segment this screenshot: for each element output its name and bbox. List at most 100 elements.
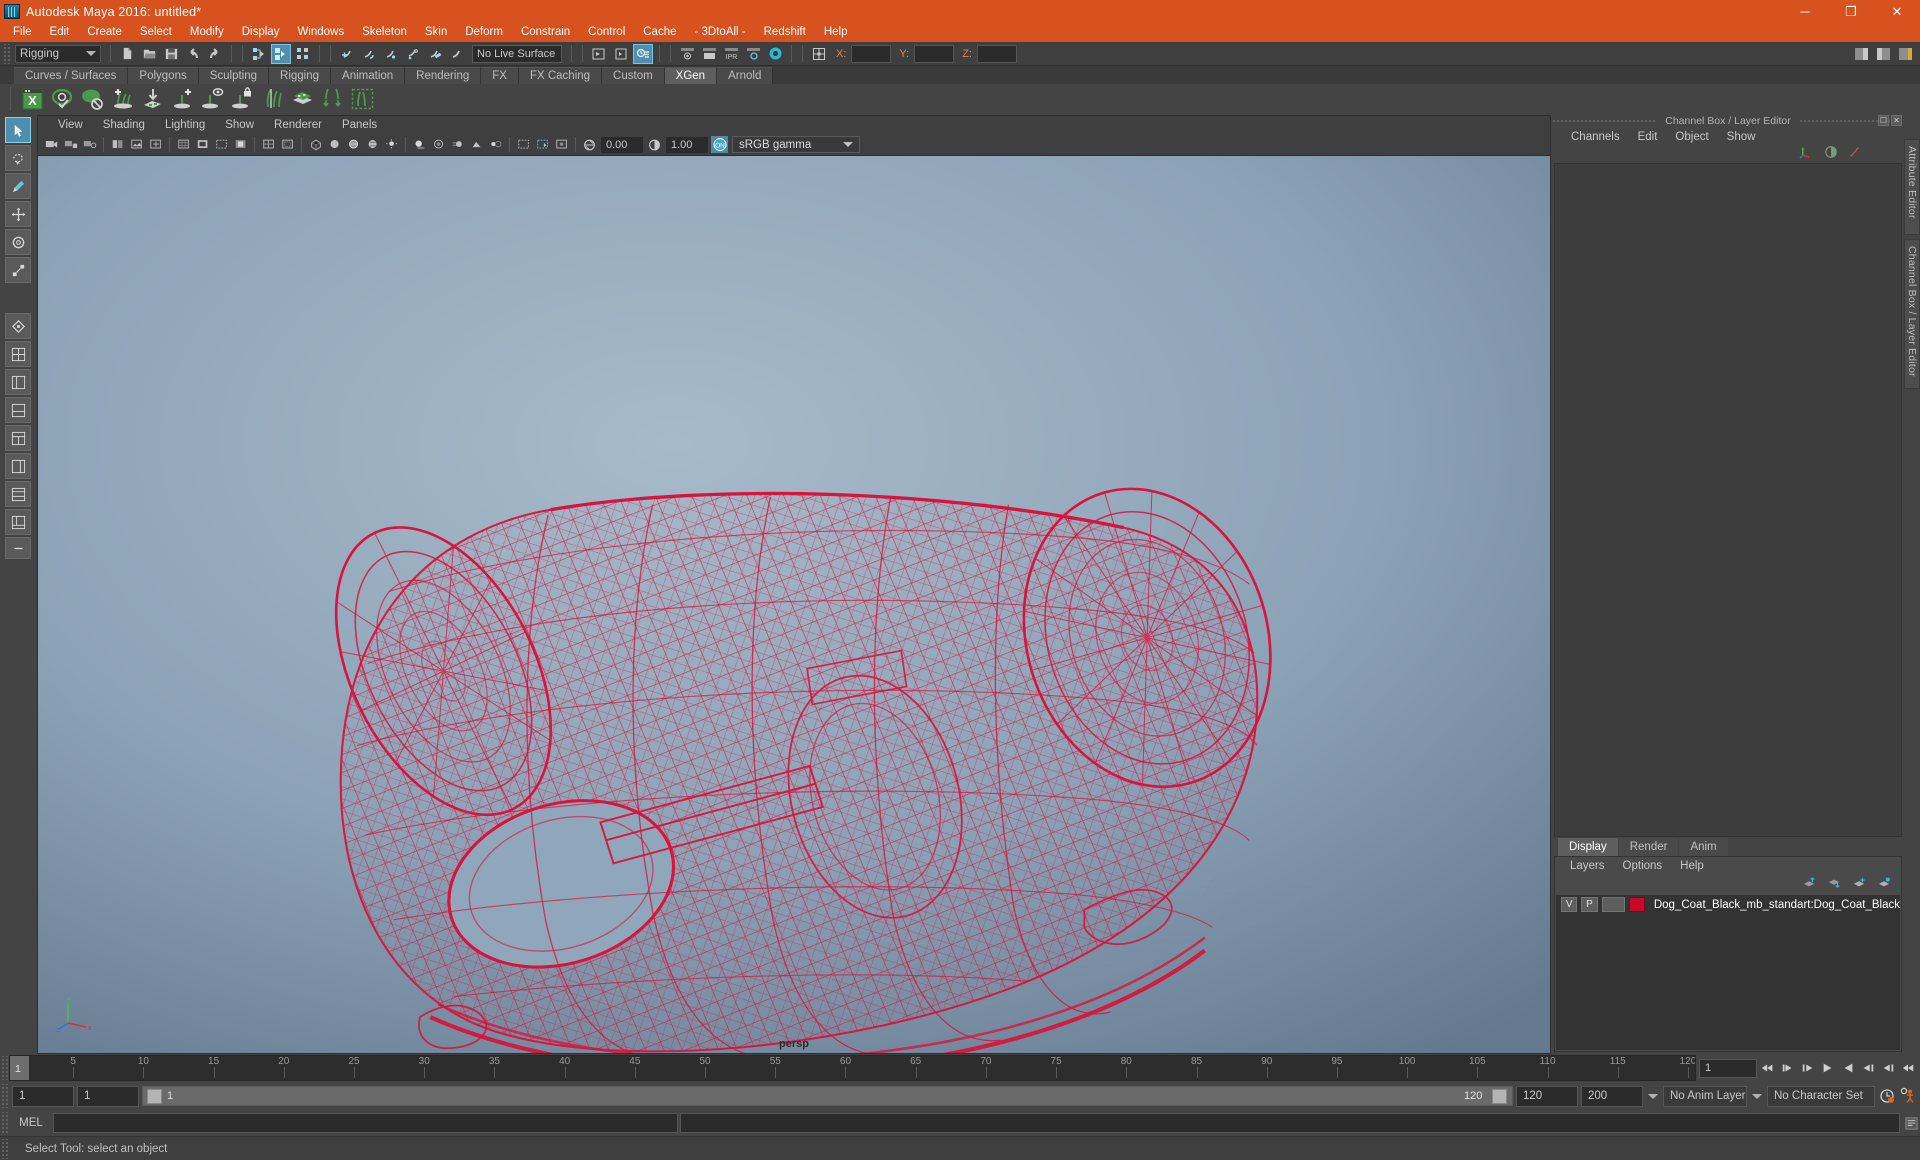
layer-type-toggle[interactable] xyxy=(1601,897,1625,912)
menu-display[interactable]: Display xyxy=(233,23,289,42)
layer-name[interactable]: Dog_Coat_Black_mb_standart:Dog_Coat_Blac… xyxy=(1654,899,1900,911)
shelf-tab-polygons[interactable]: Polygons xyxy=(128,67,199,84)
xgen-window-icon[interactable]: X xyxy=(18,86,46,112)
drag-dots[interactable] xyxy=(1552,118,1658,123)
layer-visibility-toggle[interactable]: V xyxy=(1561,897,1578,912)
snap-projected-icon[interactable] xyxy=(447,44,467,64)
y-coord-field[interactable] xyxy=(914,44,955,63)
undock-button[interactable]: ☐ xyxy=(1878,115,1889,126)
layout-four-view-icon[interactable] xyxy=(5,341,31,367)
motion-blur-icon[interactable] xyxy=(449,136,466,153)
xgen-preview-icon[interactable] xyxy=(48,86,76,112)
close-button[interactable]: ✕ xyxy=(1874,0,1920,23)
layout-single-icon[interactable] xyxy=(5,509,31,535)
layer-color-swatch[interactable] xyxy=(1628,897,1645,912)
undo-icon[interactable] xyxy=(183,44,203,64)
shelf-tab-rendering[interactable]: Rendering xyxy=(405,67,482,84)
current-time-indicator[interactable]: 1 xyxy=(10,1056,29,1080)
open-render-view-icon[interactable] xyxy=(589,44,609,64)
xray-joints-icon[interactable] xyxy=(553,136,570,153)
script-editor-icon[interactable] xyxy=(1902,1114,1920,1133)
select-camera-icon[interactable] xyxy=(43,136,60,153)
exposure-icon[interactable] xyxy=(581,136,598,153)
menu-modify[interactable]: Modify xyxy=(181,23,233,42)
shelf-tab-rigging[interactable]: Rigging xyxy=(269,67,332,84)
panel-menu-panels[interactable]: Panels xyxy=(332,119,387,131)
layout-two-pane-icon[interactable] xyxy=(5,481,31,507)
time-slider[interactable]: 1 5 10 15 20 25 30 35 40 45 50 55 60 65 70 75 80 85 90 95 1… xyxy=(9,1055,1696,1081)
render-current-frame-icon[interactable] xyxy=(611,44,631,64)
xgen-add-guides-icon[interactable] xyxy=(108,86,136,112)
panel-menu-lighting[interactable]: Lighting xyxy=(155,119,215,131)
shadows-icon[interactable] xyxy=(411,136,428,153)
grid-toggle-icon[interactable] xyxy=(175,136,192,153)
use-lights-icon[interactable] xyxy=(383,136,400,153)
range-slider-track[interactable]: 1 120 xyxy=(142,1086,1513,1106)
minimize-button[interactable]: ─ xyxy=(1782,0,1828,23)
lasso-select-tool[interactable] xyxy=(5,145,31,171)
new-scene-icon[interactable] xyxy=(117,44,137,64)
cb-menu-edit[interactable]: Edit xyxy=(1629,131,1667,143)
menu-file[interactable]: File xyxy=(4,23,41,42)
select-object-icon[interactable] xyxy=(271,43,291,64)
menu-deform[interactable]: Deform xyxy=(456,23,512,42)
menu-redshift[interactable]: Redshift xyxy=(755,23,815,42)
depth-of-field-icon[interactable] xyxy=(487,136,504,153)
character-set-selector[interactable]: No Character Set xyxy=(1767,1085,1875,1107)
menu-edit[interactable]: Edit xyxy=(41,23,79,42)
command-line-grip[interactable] xyxy=(0,1112,9,1134)
xgen-import-collection-icon[interactable] xyxy=(138,86,166,112)
channel-box-content[interactable] xyxy=(1554,163,1902,837)
layer-tab-display[interactable]: Display xyxy=(1558,838,1618,856)
isolate-select-icon[interactable] xyxy=(515,136,532,153)
ipr-render-icon[interactable]: IPR xyxy=(721,44,741,64)
show-attribute-editor-icon[interactable] xyxy=(1851,44,1871,64)
animation-end-field[interactable]: 200 xyxy=(1581,1085,1643,1107)
vtab-channel-box-layer-editor[interactable]: Channel Box / Layer Editor xyxy=(1904,239,1920,389)
play-backwards-icon[interactable] xyxy=(1819,1059,1837,1078)
make-live-icon[interactable] xyxy=(425,44,445,64)
show-tool-settings-icon[interactable] xyxy=(1873,44,1893,64)
animation-preferences-icon[interactable] xyxy=(1899,1087,1917,1106)
cb-menu-channels[interactable]: Channels xyxy=(1562,131,1629,143)
rotate-tool[interactable] xyxy=(5,229,31,255)
shelf-tab-curves-surfaces[interactable]: Curves / Surfaces xyxy=(14,67,129,84)
layout-outliner-persp-icon[interactable] xyxy=(5,369,31,395)
layer-row[interactable]: V P Dog_Coat_Black_mb_standart:Dog_Coat_… xyxy=(1556,895,1900,914)
screen-space-ao-icon[interactable] xyxy=(430,136,447,153)
channel-box-icon[interactable] xyxy=(1799,145,1814,164)
shelf-tab-fx-caching[interactable]: FX Caching xyxy=(518,67,603,84)
playback-end-field[interactable]: 120 xyxy=(1516,1085,1578,1107)
safe-action-icon[interactable] xyxy=(279,136,296,153)
range-end-handle[interactable] xyxy=(1492,1089,1507,1104)
menu-control[interactable]: Control xyxy=(579,23,634,42)
camera-attributes-icon[interactable] xyxy=(81,136,98,153)
chevron-down-icon[interactable] xyxy=(1750,1086,1764,1107)
xgen-patches-icon[interactable] xyxy=(288,86,316,112)
menu-help[interactable]: Help xyxy=(815,23,857,42)
select-component-icon[interactable] xyxy=(293,44,313,64)
close-icon[interactable]: ✕ xyxy=(1891,115,1902,126)
statusline-grip[interactable] xyxy=(2,43,11,64)
menu-windows[interactable]: Windows xyxy=(288,23,353,42)
show-channel-box-icon[interactable] xyxy=(1895,44,1915,64)
select-tool[interactable] xyxy=(5,117,31,143)
redo-icon[interactable] xyxy=(205,44,225,64)
layer-tab-render[interactable]: Render xyxy=(1618,838,1679,856)
xgen-distribute-icon[interactable] xyxy=(318,86,346,112)
scale-tool[interactable] xyxy=(5,257,31,283)
gamma-field[interactable]: 1.00 xyxy=(666,136,708,153)
move-layer-up-icon[interactable] xyxy=(1802,876,1816,894)
go-to-end-icon[interactable] xyxy=(1899,1059,1917,1078)
render-settings-icon[interactable] xyxy=(633,43,653,64)
play-forwards-icon[interactable] xyxy=(1839,1059,1857,1078)
field-chart-icon[interactable] xyxy=(260,136,277,153)
x-coord-field[interactable] xyxy=(851,44,892,63)
playback-start-field[interactable]: 1 xyxy=(77,1085,139,1107)
menu-cache[interactable]: Cache xyxy=(634,23,685,42)
wireframe-icon[interactable] xyxy=(307,136,324,153)
multisample-icon[interactable] xyxy=(468,136,485,153)
range-slider-grip[interactable] xyxy=(0,1084,9,1108)
command-input[interactable] xyxy=(53,1113,678,1133)
color-management-selector[interactable]: sRGB gamma xyxy=(732,136,860,153)
